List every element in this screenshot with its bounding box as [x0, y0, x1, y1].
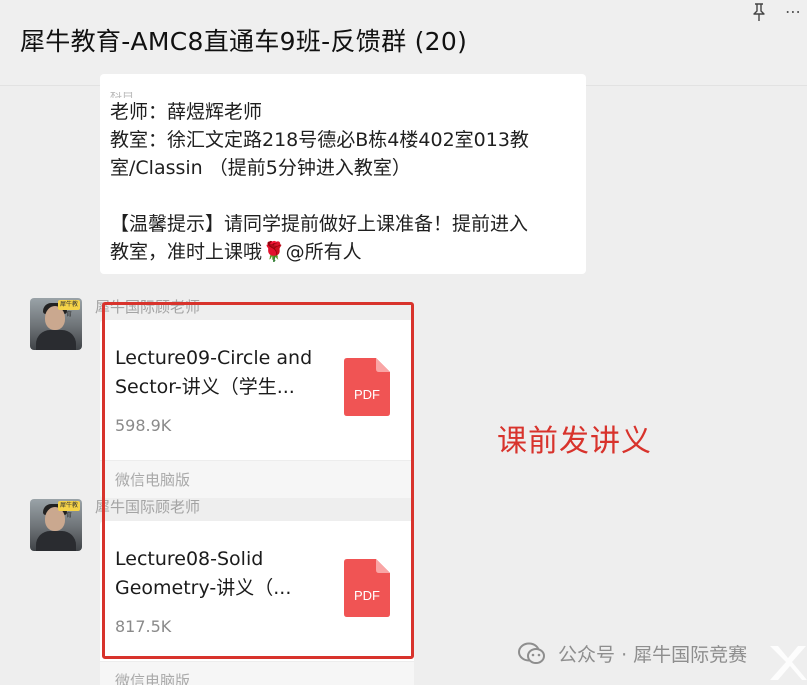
- watermark-text: 公众号 · 犀牛国际竞赛: [558, 644, 748, 666]
- avatar[interactable]: 犀牛教育: [30, 499, 82, 551]
- logo-icon: [770, 646, 807, 680]
- watermark: 公众号 · 犀牛国际竞赛: [518, 640, 747, 670]
- message-bubble-schedule: 科目 老师：薛煜辉老师 教室：徐汇文定路218号德必B栋4楼402室013教 室…: [100, 74, 586, 274]
- wechat-official-account-icon: [518, 642, 545, 664]
- highlight-box: [102, 302, 414, 659]
- tip-line-2: 教室，准时上课哦🌹@所有人: [110, 241, 362, 263]
- avatar-tag: 犀牛教育: [58, 300, 80, 318]
- file-card-footer: 微信电脑版: [100, 661, 414, 685]
- source-label: 微信电脑版: [115, 672, 191, 685]
- avatar[interactable]: 犀牛教育: [30, 298, 82, 350]
- classroom-line-2: 室/Classin （提前5分钟进入教室）: [110, 157, 411, 179]
- classroom-line-1: 教室：徐汇文定路218号德必B栋4楼402室013教: [110, 129, 529, 151]
- avatar-tag: 犀牛教育: [58, 501, 80, 519]
- annotation-note: 课前发讲义: [497, 424, 652, 459]
- more-options-icon[interactable]: ⋯: [785, 2, 801, 21]
- teacher-line: 老师：薛煜辉老师: [110, 101, 263, 123]
- chat-title: 犀牛教育-AMC8直通车9班-反馈群 (20): [20, 27, 468, 56]
- tip-line-1: 【温馨提示】请同学提前做好上课准备！提前进入: [110, 213, 529, 235]
- pin-icon[interactable]: [751, 2, 767, 22]
